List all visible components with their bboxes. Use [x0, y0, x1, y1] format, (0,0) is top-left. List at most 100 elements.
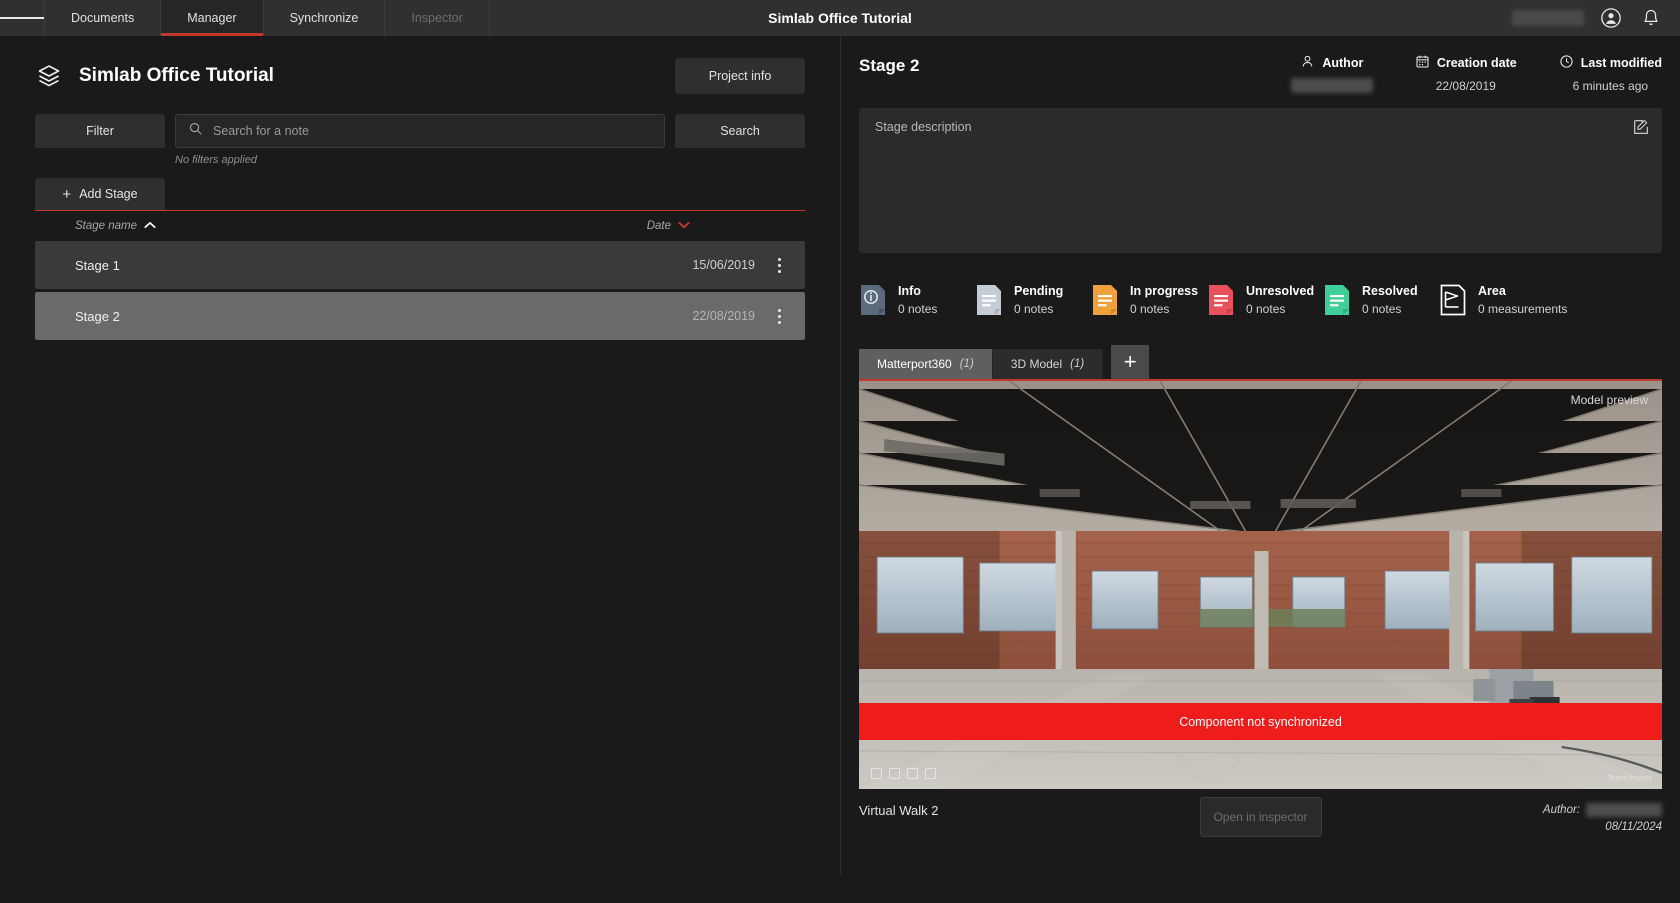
bell-icon[interactable]: [1638, 5, 1664, 31]
search-toolbar: Filter Search: [35, 114, 805, 148]
status-pending-count: 0 notes: [1014, 302, 1054, 316]
stage-options-icon[interactable]: [769, 253, 789, 277]
view-tabs: Matterport360 (1) 3D Model (1) +: [859, 345, 1662, 381]
meta-author-value-redacted: [1290, 78, 1373, 93]
pending-note-icon: [975, 284, 1003, 316]
nav-tab-documents-label: Documents: [71, 11, 135, 25]
no-filters-text: No filters applied: [175, 154, 257, 166]
resolved-note-icon: [1323, 284, 1351, 316]
stage-description-placeholder: Stage description: [875, 120, 972, 134]
app-window: Documents Manager Synchronize Inspector …: [0, 0, 1680, 903]
stage-description-box[interactable]: Stage description: [859, 108, 1662, 253]
add-view-plus-icon[interactable]: +: [1111, 345, 1150, 379]
stage-detail-panel: Stage 2 Author Creation date 22/08/2019 …: [841, 36, 1680, 875]
tab-3d-model[interactable]: 3D Model (1): [992, 349, 1104, 379]
status-info[interactable]: Info 0 notes: [859, 284, 975, 316]
tab-matterport360[interactable]: Matterport360 (1): [859, 349, 993, 379]
calendar-icon: [1415, 54, 1430, 72]
column-header-stage-name-label: Stage name: [75, 220, 138, 232]
footer-author-label: Author:: [1542, 804, 1580, 816]
nav-tab-manager-label: Manager: [187, 11, 237, 25]
search-button[interactable]: Search: [675, 114, 805, 148]
status-area-count: 0 measurements: [1478, 302, 1568, 316]
footer-author-block: Author: 08/11/2024: [1543, 803, 1662, 833]
status-unresolved[interactable]: Unresolved 0 notes: [1207, 284, 1323, 316]
tab-matterport360-label: Matterport360: [877, 357, 952, 371]
stage-name: Stage 2: [75, 308, 120, 324]
table-row[interactable]: Stage 2 22/08/2019: [35, 292, 805, 340]
in-progress-note-icon: [1091, 284, 1119, 316]
note-status-summary: Info 0 notes Pending 0 notes In progress…: [859, 277, 1662, 323]
open-in-inspector-button[interactable]: Open in inspector: [1199, 797, 1322, 837]
tab-3d-model-count: (1): [1070, 358, 1085, 370]
status-pending[interactable]: Pending 0 notes: [975, 284, 1091, 316]
stage-name: Stage 1: [75, 257, 120, 273]
model-preview[interactable]: Model preview Component not synchronized…: [859, 381, 1662, 789]
status-info-count: 0 notes: [898, 302, 938, 316]
status-unresolved-count: 0 notes: [1246, 302, 1286, 316]
status-in-progress[interactable]: In progress 0 notes: [1091, 284, 1207, 316]
meta-creation-date-label: Creation date: [1436, 56, 1517, 70]
plus-icon: +: [62, 185, 72, 203]
username-redacted: [1512, 10, 1584, 26]
nav-tab-inspector: Inspector: [385, 0, 490, 36]
status-area-label: Area: [1478, 284, 1506, 298]
footer-date: 08/11/2024: [1605, 821, 1662, 833]
meta-last-modified-value: 6 minutes ago: [1572, 79, 1649, 93]
search-input[interactable]: [213, 124, 652, 138]
bottom-strip: [0, 875, 1680, 903]
nav-tab-synchronize-label: Synchronize: [289, 11, 359, 25]
search-icon: [188, 121, 203, 141]
nav-tabs: Documents Manager Synchronize Inspector: [44, 0, 490, 36]
status-info-label: Info: [898, 284, 921, 298]
unresolved-note-icon: [1207, 284, 1235, 316]
matterport-tool-icon[interactable]: [907, 768, 918, 779]
status-in-progress-count: 0 notes: [1130, 302, 1170, 316]
matterport-tool-icon[interactable]: [871, 768, 882, 779]
edit-square-icon[interactable]: [1632, 118, 1650, 139]
status-resolved-count: 0 notes: [1362, 302, 1402, 316]
hamburger-menu-icon[interactable]: [0, 0, 45, 36]
status-resolved[interactable]: Resolved 0 notes: [1323, 284, 1439, 316]
top-bar-right-controls: [1512, 0, 1680, 36]
filter-button[interactable]: Filter: [35, 114, 165, 148]
info-note-icon: [859, 284, 887, 316]
chevron-up-icon: [144, 220, 156, 232]
meta-creation-date: Creation date 22/08/2019: [1415, 54, 1517, 93]
add-stage-row: + Add Stage: [35, 178, 805, 211]
column-header-stage-name[interactable]: Stage name: [35, 220, 156, 232]
matterport-brand-label: Terms Privacy: [1608, 775, 1652, 782]
page-title: Stage 2: [859, 56, 920, 75]
nav-tab-synchronize[interactable]: Synchronize: [264, 0, 386, 36]
stages-table-header: Stage name Date: [35, 211, 805, 241]
user-circle-icon[interactable]: [1598, 5, 1624, 31]
column-header-date-label: Date: [646, 220, 671, 232]
project-title: Simlab Office Tutorial: [79, 65, 274, 86]
meta-last-modified: Last modified 6 minutes ago: [1559, 54, 1662, 93]
nav-tab-manager[interactable]: Manager: [161, 0, 264, 36]
meta-author-label: Author: [1322, 56, 1364, 70]
status-pending-label: Pending: [1014, 284, 1064, 298]
matterport-tool-icon[interactable]: [889, 768, 900, 779]
nav-tab-documents[interactable]: Documents: [44, 0, 162, 36]
matterport-toolbar[interactable]: [871, 768, 936, 779]
model-preview-label: Model preview: [1570, 393, 1648, 407]
top-navigation-bar: Documents Manager Synchronize Inspector …: [0, 0, 1680, 36]
layers-stack-icon: [35, 62, 63, 90]
matterport-tool-icon[interactable]: [925, 768, 936, 779]
project-header: Simlab Office Tutorial Project info: [35, 58, 805, 94]
status-area[interactable]: Area 0 measurements: [1439, 284, 1567, 316]
preview-footer: Virtual Walk 2 Open in inspector Author:…: [859, 789, 1662, 859]
table-row[interactable]: Stage 1 15/06/2019: [35, 241, 805, 289]
meta-last-modified-label: Last modified: [1580, 56, 1662, 70]
tab-matterport360-count: (1): [959, 358, 974, 370]
add-stage-button[interactable]: + Add Stage: [35, 178, 165, 210]
project-info-button[interactable]: Project info: [675, 58, 805, 94]
stage-options-icon[interactable]: [769, 304, 789, 328]
add-stage-label: Add Stage: [79, 187, 138, 201]
tab-3d-model-label: 3D Model: [1010, 357, 1063, 371]
search-field[interactable]: [175, 114, 665, 148]
sync-warning-text: Component not synchronized: [1179, 714, 1342, 729]
nav-tab-inspector-label: Inspector: [411, 11, 463, 25]
column-header-date[interactable]: Date: [647, 220, 805, 232]
